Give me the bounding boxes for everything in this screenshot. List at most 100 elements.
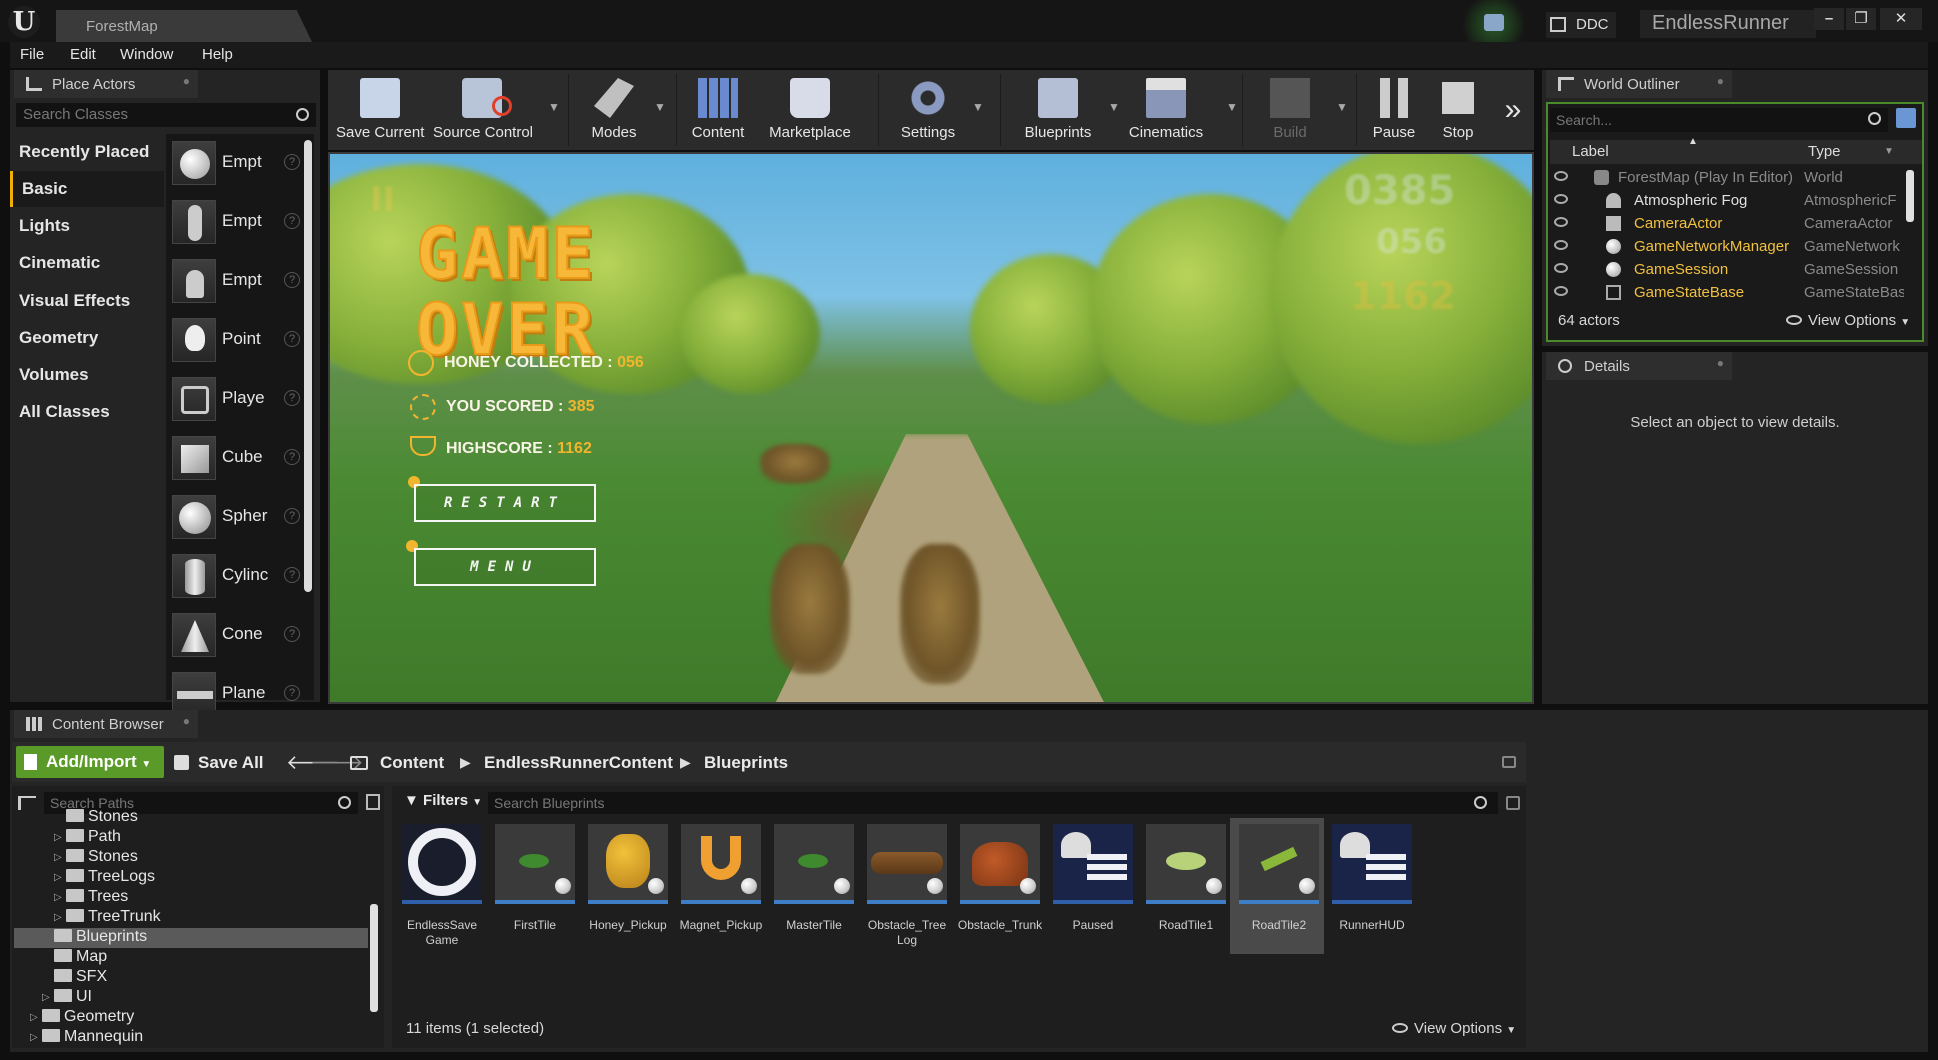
asset-road-tile-1[interactable]: RoadTile1 (1144, 822, 1228, 952)
category-basic[interactable]: Basic (10, 171, 164, 207)
path-item-sfx[interactable]: SFX (54, 968, 107, 988)
outliner-row-game-session[interactable]: GameSession GameSession (1550, 258, 1906, 281)
expand-arrow-icon[interactable]: ▷ (42, 992, 50, 1003)
content-view-options[interactable]: View Options ▼ (1392, 1020, 1516, 1037)
assets-search-input[interactable]: Search Blueprints (488, 792, 1498, 814)
game-viewport[interactable]: II 0385 056 1162 GAME OVER HONEY COLLECT… (328, 152, 1534, 704)
restore-button[interactable]: ❐ (1846, 8, 1876, 30)
category-lights[interactable]: Lights (10, 208, 164, 244)
breadcrumb-endless-runner-content[interactable]: EndlessRunnerContent (484, 753, 673, 773)
minimize-button[interactable]: – (1814, 8, 1844, 30)
menu-window[interactable]: Window (120, 46, 173, 63)
collapse-paths-icon[interactable] (18, 796, 36, 810)
category-visual-effects[interactable]: Visual Effects (10, 283, 164, 319)
path-item-geometry[interactable]: Geometry (42, 1008, 134, 1028)
outliner-row-atmospheric-fog[interactable]: Atmospheric Fog AtmosphericF (1550, 189, 1906, 212)
visibility-eye-icon[interactable] (1554, 217, 1568, 227)
asset-magnet-pickup[interactable]: Magnet_Pickup (679, 822, 763, 952)
visibility-eye-icon[interactable] (1554, 263, 1568, 273)
expand-arrow-icon[interactable]: ▷ (54, 852, 62, 863)
world-outliner-tab[interactable]: World Outliner ● (1546, 70, 1732, 98)
unreal-logo-icon[interactable]: U (8, 6, 40, 38)
asset-honey-pickup[interactable]: Honey_Pickup (586, 822, 670, 952)
category-volumes[interactable]: Volumes (10, 357, 164, 393)
visibility-eye-icon[interactable] (1554, 171, 1568, 181)
breadcrumb-content[interactable]: Content (380, 753, 444, 773)
path-item-blueprints[interactable]: Blueprints (54, 928, 147, 948)
add-import-button[interactable]: Add/Import ▼ (16, 746, 164, 778)
folder-open-icon[interactable] (350, 756, 368, 770)
help-icon[interactable]: ? (284, 626, 300, 642)
actor-item-empty-pawn[interactable]: Empt? (172, 254, 302, 308)
visibility-eye-icon[interactable] (1554, 286, 1568, 296)
asset-paused[interactable]: Paused (1051, 822, 1135, 952)
asset-first-tile[interactable]: FirstTile (493, 822, 577, 952)
help-icon[interactable]: ? (284, 508, 300, 524)
visibility-eye-icon[interactable] (1554, 240, 1568, 250)
asset-master-tile[interactable]: MasterTile (772, 822, 856, 952)
expand-arrow-icon[interactable]: ▷ (54, 872, 62, 883)
asset-endless-save-game[interactable]: EndlessSave Game (400, 822, 484, 952)
help-icon[interactable]: ? (284, 449, 300, 465)
actor-item-cone[interactable]: Cone? (172, 608, 302, 662)
pause-button[interactable]: Pause (1364, 70, 1424, 150)
expand-arrow-icon[interactable]: ▷ (30, 1032, 38, 1043)
dropdown-arrow-icon[interactable]: ▼ (654, 100, 666, 114)
actor-item-cylinder[interactable]: Cylinc? (172, 549, 302, 603)
asset-obstacle-tree-log[interactable]: Obstacle_Tree Log (865, 822, 949, 952)
help-icon[interactable]: ? (284, 685, 300, 701)
category-geometry[interactable]: Geometry (10, 320, 164, 356)
modes-button[interactable]: Modes ▼ (576, 70, 666, 150)
dropdown-arrow-icon[interactable]: ▼ (972, 100, 984, 114)
type-column-header[interactable]: Type (1808, 143, 1841, 160)
column-options-icon[interactable]: ▼ (1884, 146, 1894, 157)
tab-close-icon[interactable]: ● (183, 714, 190, 728)
dropdown-arrow-icon[interactable]: ▼ (1226, 100, 1238, 114)
filter-list-icon[interactable] (366, 794, 380, 810)
save-all-button[interactable]: Save All (174, 753, 264, 773)
category-recently-placed[interactable]: Recently Placed (10, 134, 164, 170)
help-icon[interactable]: ? (284, 213, 300, 229)
actor-list-scrollbar[interactable] (304, 140, 312, 592)
asset-runner-hud[interactable]: RunnerHUD (1330, 822, 1414, 952)
save-current-button[interactable]: Save Current (336, 70, 424, 150)
path-item-treetrunk[interactable]: TreeTrunk (66, 908, 161, 928)
actor-item-cube[interactable]: Cube? (172, 431, 302, 485)
help-icon[interactable]: ? (284, 272, 300, 288)
path-item-mannequin[interactable]: Mannequin (42, 1028, 143, 1046)
breadcrumb-blueprints[interactable]: Blueprints (704, 753, 788, 773)
details-tab[interactable]: Details ● (1546, 352, 1732, 380)
asset-obstacle-trunk[interactable]: Obstacle_Trunk (958, 822, 1042, 952)
outliner-view-options[interactable]: View Options ▼ (1786, 312, 1910, 329)
source-control-button[interactable]: Source Control ▼ (428, 70, 560, 150)
restart-button[interactable]: RESTART (414, 484, 596, 522)
help-icon[interactable]: ? (284, 331, 300, 347)
lock-icon[interactable] (1502, 756, 1516, 768)
stop-button[interactable]: Stop (1430, 70, 1486, 150)
actor-item-empty-actor[interactable]: Empt? (172, 136, 302, 190)
filters-button[interactable]: ▼ Filters ▼ (404, 792, 482, 809)
dropdown-arrow-icon[interactable]: ▼ (1336, 100, 1348, 114)
build-button[interactable]: Build ▼ (1250, 70, 1348, 150)
tab-close-icon[interactable]: ● (183, 74, 190, 88)
actor-item-empty-character[interactable]: Empt? (172, 195, 302, 249)
content-button[interactable]: Content (684, 70, 752, 150)
visibility-eye-icon[interactable] (1554, 194, 1568, 204)
actor-item-player-start[interactable]: Playe? (172, 372, 302, 426)
outliner-row-game-network-manager[interactable]: GameNetworkManager GameNetwork (1550, 235, 1906, 258)
menu-file[interactable]: File (20, 46, 44, 63)
content-browser-tab[interactable]: Content Browser ● (14, 710, 198, 738)
help-icon[interactable]: ? (284, 567, 300, 583)
expand-arrow-icon[interactable]: ▷ (30, 1012, 38, 1023)
settings-button[interactable]: Settings ▼ (888, 70, 984, 150)
path-item-treelogs[interactable]: TreeLogs (66, 868, 155, 888)
breadcrumb-separator-icon[interactable]: ▶ (460, 754, 471, 771)
breadcrumb-separator-icon[interactable]: ▶ (680, 754, 691, 771)
path-item-trees[interactable]: Trees (66, 888, 128, 908)
marketplace-button[interactable]: Marketplace (760, 70, 860, 150)
asset-road-tile-2[interactable]: RoadTile2 (1237, 822, 1321, 952)
menu-edit[interactable]: Edit (70, 46, 96, 63)
outliner-row-camera-actor[interactable]: CameraActor CameraActor (1550, 212, 1906, 235)
outliner-row-world[interactable]: ForestMap (Play In Editor) World (1550, 166, 1906, 189)
outliner-scrollbar[interactable] (1906, 170, 1914, 222)
